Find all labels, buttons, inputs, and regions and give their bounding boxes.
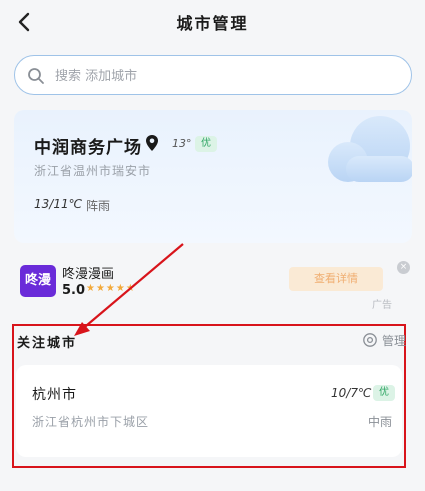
current-location-card[interactable]: 中润商务广场 13° 优 浙江省温州市瑞安市 13/11℃ 阵雨 [14,110,412,243]
ad-view-details-button[interactable]: 查看详情 [289,267,383,291]
ad-stars: ★★★★★ [86,283,136,294]
ad-app-logo: 咚漫 [20,265,56,297]
current-temp-range: 13/11℃ [34,197,83,211]
city-weather: 中雨 [368,415,393,429]
search-input[interactable] [55,65,395,87]
page-title: 城市管理 [176,14,249,33]
city-card[interactable]: 杭州市 10/7℃ 优 浙江省杭州市下城区 中雨 [16,365,402,457]
ad-label: 广告 [372,300,392,311]
gear-icon [363,333,377,347]
ad-rating: 5.0 [62,283,86,298]
manage-label: 管理 [382,334,407,348]
current-temperature: 13° [172,137,192,150]
current-location-name: 中润商务广场 [34,138,142,158]
search-icon [28,68,44,84]
ad-banner[interactable]: 咚漫 咚漫漫画 5.0 ★★★★★ 查看详情 × 广告 [0,255,425,317]
location-pin-icon [146,135,158,151]
city-region: 浙江省杭州市下城区 [32,415,150,429]
city-name: 杭州市 [32,387,77,403]
current-weather: 阵雨 [86,199,111,213]
close-icon[interactable]: × [397,261,410,274]
city-aqi-badge: 优 [373,385,395,401]
search-bar[interactable] [14,55,412,95]
header: 城市管理 [0,0,425,44]
cloud-icon [328,116,412,182]
current-region: 浙江省温州市瑞安市 [34,164,152,178]
current-aqi-badge: 优 [195,136,217,152]
followed-cities-title: 关注城市 [17,336,78,351]
city-temp-range: 10/7℃ [331,386,372,400]
ad-app-name: 咚漫漫画 [62,267,115,282]
